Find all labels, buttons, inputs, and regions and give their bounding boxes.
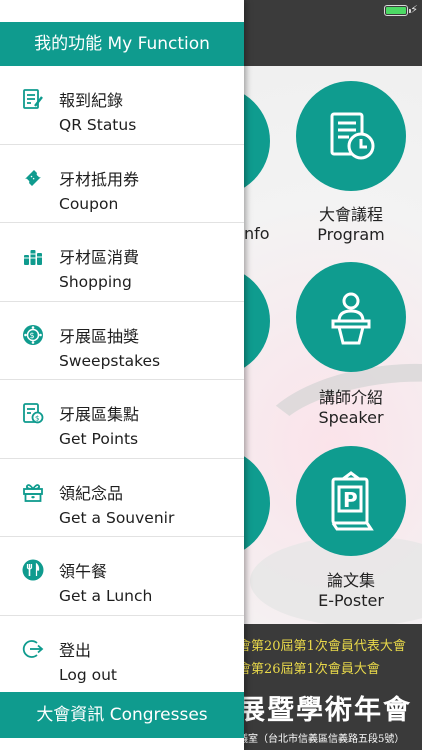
menu-item-label-zh: 領午餐 (59, 562, 108, 581)
menu-item-souvenir[interactable]: 領紀念品 Get a Souvenir (0, 459, 244, 537)
menu-item-sweepstakes[interactable]: $ 牙展區抽獎 Sweepstakes (0, 302, 244, 380)
tile-info-label: nfo (244, 224, 270, 243)
speaker-label: 講師介紹 Speaker (318, 388, 384, 427)
menu-item-label-en: Log out (59, 665, 117, 684)
program-icon (330, 112, 375, 160)
menu-item-coupon[interactable]: 牙材抵用券 Coupon (0, 145, 244, 223)
charging-icon: ⚡ (410, 3, 418, 16)
menu-item-label-en: Shopping (59, 273, 132, 291)
menu-item-label-zh: 領紀念品 (59, 483, 124, 503)
sweepstakes-icon: $ (22, 324, 44, 346)
side-drawer: 我的功能 My Function 報到紀錄 QR Status 牙材抵用券 Co… (0, 0, 244, 750)
battery-icon (384, 5, 411, 16)
eposter-icon: P (331, 471, 374, 531)
menu-item-shopping[interactable]: 牙材區消費 Shopping (0, 223, 244, 302)
menu-item-get-points[interactable]: $ 牙展區集點 Get Points (0, 380, 244, 459)
banner-line-1: 會第20屆第1次會員代表大會 (238, 639, 406, 654)
program-label: 大會議程 Program (317, 205, 385, 244)
menu-item-label-zh: 牙材區消費 (59, 248, 140, 267)
menu-item-label-zh: 牙展區集點 (59, 405, 140, 424)
drawer-header: 我的功能 My Function (0, 22, 244, 66)
menu-item-logout[interactable]: 登出 Log out (0, 616, 244, 695)
menu-item-label-zh: 牙展區抽獎 (59, 326, 140, 346)
menu-item-label-en: Get a Souvenir (59, 508, 175, 527)
lunch-icon (22, 559, 44, 581)
congresses-button[interactable]: 大會資訊 Congresses (0, 692, 244, 738)
menu-item-label-zh: 登出 (59, 640, 92, 660)
eposter-tile[interactable]: P (296, 446, 406, 556)
points-icon: $ (22, 402, 44, 424)
ticket-icon (22, 167, 44, 189)
banner-title: 展暨學術年會 (238, 695, 412, 726)
gift-icon (22, 481, 44, 503)
menu-item-label-zh: 報到紀錄 (59, 91, 124, 110)
menu-item-qr-status[interactable]: 報到紀錄 QR Status (0, 66, 244, 145)
menu-item-label-en: Get Points (59, 430, 139, 448)
banner-line-2: 會第26屆第1次會員大會 (238, 662, 380, 677)
banner-address: 議室（台北市信義區信義路五段5號） (238, 734, 405, 745)
menu-item-label-zh: 牙材抵用券 (59, 169, 140, 189)
program-tile[interactable] (296, 81, 406, 191)
coins-icon (22, 245, 44, 267)
menu-item-label-en: QR Status (59, 116, 137, 134)
svg-text:$: $ (30, 331, 35, 340)
menu-item-lunch[interactable]: 領午餐 Get a Lunch (0, 537, 244, 616)
menu-item-label-en: Get a Lunch (59, 587, 153, 605)
svg-text:$: $ (35, 415, 39, 423)
speaker-icon (331, 292, 371, 345)
speaker-tile[interactable] (296, 262, 406, 372)
qr-status-icon (22, 88, 44, 110)
svg-text:P: P (343, 488, 358, 512)
menu-item-label-en: Sweepstakes (59, 351, 161, 370)
eposter-label: 論文集 E-Poster (318, 571, 384, 610)
drawer-menu: 報到紀錄 QR Status 牙材抵用券 Coupon 牙材區消費 Shoppi… (0, 66, 244, 694)
logout-icon (22, 638, 44, 660)
menu-item-label-en: Coupon (59, 194, 119, 213)
